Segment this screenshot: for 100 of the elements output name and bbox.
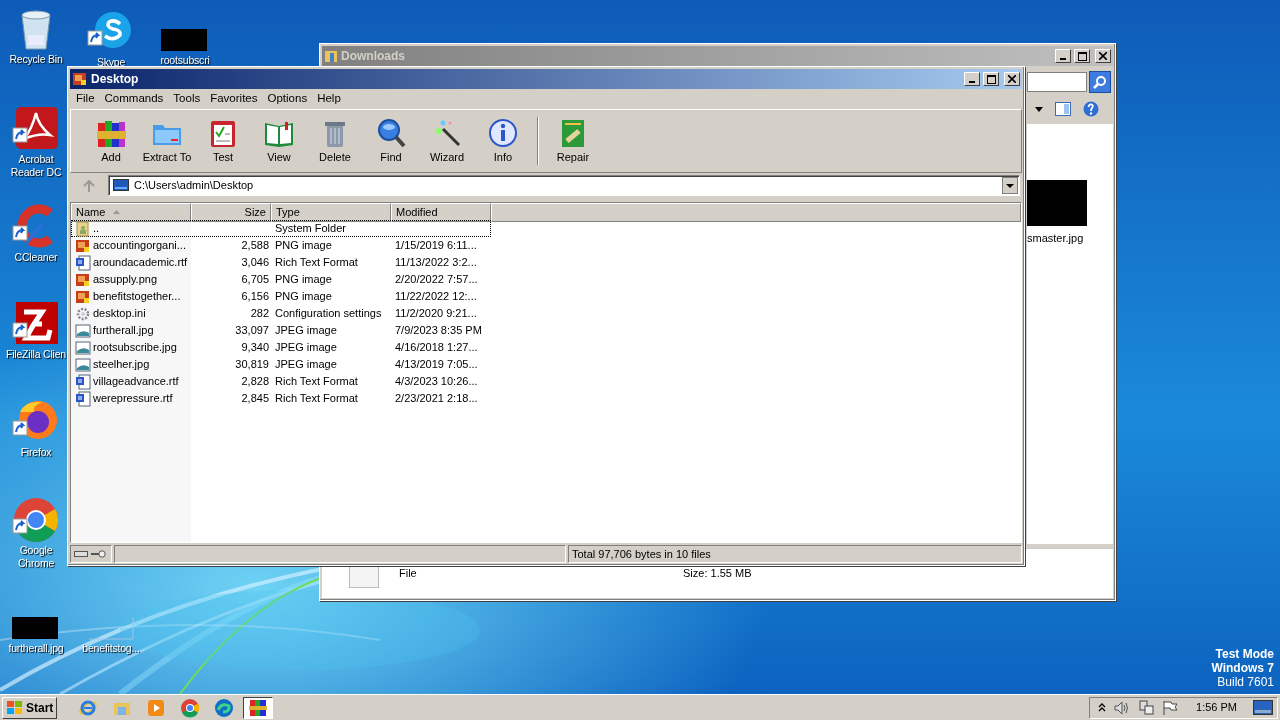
path-field[interactable]: C:\Users\admin\Desktop bbox=[108, 175, 1020, 196]
file-row[interactable]: rootsubscribe.jpg 9,340 JPEG image 4/16/2018 1:27... bbox=[71, 339, 491, 356]
image-thumbnail[interactable] bbox=[87, 617, 135, 640]
system-notice: Windows 7 bbox=[1211, 661, 1274, 675]
windows-logo-icon bbox=[6, 699, 24, 716]
dropdown-arrow-icon[interactable] bbox=[1035, 106, 1043, 112]
icon-label[interactable]: Recycle Bin bbox=[9, 53, 63, 66]
icon-label[interactable]: rootsubscri bbox=[160, 54, 210, 67]
network-icon[interactable] bbox=[1138, 699, 1155, 716]
clock[interactable]: 1:56 PM bbox=[1196, 699, 1237, 716]
minimize-button[interactable] bbox=[964, 72, 980, 86]
ftp-icon[interactable] bbox=[12, 300, 60, 346]
icon-label[interactable]: Acrobat Reader DC bbox=[4, 153, 68, 179]
chevron-icon[interactable] bbox=[1098, 703, 1107, 712]
toolbar-button[interactable]: View bbox=[251, 116, 307, 166]
file-date: 4/3/2023 10:26... bbox=[395, 375, 478, 388]
file-size: 30,819 bbox=[235, 358, 269, 371]
search-button[interactable] bbox=[1089, 71, 1111, 93]
drive-icon bbox=[74, 551, 88, 557]
detail-text: File bbox=[399, 566, 418, 582]
file-row[interactable]: assupply.png 6,705 PNG image 2/20/2022 7:57... bbox=[71, 271, 491, 288]
toolbar-button[interactable]: Repair bbox=[545, 116, 601, 166]
key-icon bbox=[91, 550, 107, 558]
file-type: System Folder bbox=[275, 222, 346, 235]
toolbar-button[interactable]: Info bbox=[475, 116, 531, 166]
column-header[interactable]: Type bbox=[271, 203, 391, 222]
document-icon bbox=[75, 373, 91, 390]
image-thumbnail[interactable] bbox=[161, 29, 209, 52]
file-size: 282 bbox=[250, 307, 269, 320]
flag-icon[interactable] bbox=[1162, 699, 1179, 716]
preview-pane-icon[interactable] bbox=[1055, 102, 1071, 116]
folder-icon bbox=[324, 49, 338, 63]
file-date: 2/23/2021 2:18... bbox=[395, 392, 478, 405]
column-header[interactable]: Size bbox=[191, 203, 271, 222]
toolbar-button[interactable]: Delete bbox=[307, 116, 363, 166]
image-file-icon bbox=[75, 339, 91, 356]
column-header[interactable]: Modified bbox=[391, 203, 491, 222]
status-text: Total 97,706 bytes in 10 files bbox=[568, 545, 1022, 563]
icon-label[interactable]: Skype bbox=[96, 56, 126, 69]
minimize-button[interactable] bbox=[1055, 49, 1071, 63]
close-icon bbox=[1099, 52, 1107, 60]
icon-label[interactable]: CCleaner bbox=[14, 251, 58, 264]
image-thumbnail[interactable] bbox=[1027, 180, 1087, 226]
maximize-icon bbox=[1077, 51, 1087, 61]
file-row[interactable]: desktop.ini 282 Configuration settings 11/2/2020 9:21... bbox=[71, 305, 491, 322]
file-name: werepressure.rtf bbox=[93, 391, 173, 407]
menu-item[interactable]: File bbox=[71, 90, 100, 108]
file-label[interactable]: smaster.jpg bbox=[1027, 230, 1084, 247]
file-name: benefitstogether... bbox=[93, 289, 181, 305]
gear-icon bbox=[75, 305, 91, 322]
file-row[interactable]: villageadvance.rtf 2,828 Rich Text Format 4/3/2023 10:26... bbox=[71, 373, 491, 390]
menu-item[interactable]: Options bbox=[262, 90, 313, 108]
file-row[interactable]: furtherall.jpg 33,097 JPEG image 7/9/2023 8:35 PM bbox=[71, 322, 491, 339]
file-type: JPEG image bbox=[275, 358, 337, 371]
menu-item[interactable]: Commands bbox=[99, 90, 169, 108]
show-desktop-icon[interactable] bbox=[1253, 699, 1273, 716]
menu-item[interactable]: Tools bbox=[168, 90, 206, 108]
file-type: PNG image bbox=[275, 290, 332, 303]
toolbar-button[interactable]: Wizard bbox=[419, 116, 475, 166]
file-name: villageadvance.rtf bbox=[93, 374, 179, 390]
toolbar-button[interactable]: Add bbox=[83, 116, 139, 166]
file-row[interactable]: werepressure.rtf 2,845 Rich Text Format 2/23/2021 2:18... bbox=[71, 390, 491, 407]
file-size: 3,046 bbox=[241, 256, 269, 269]
menu-item[interactable]: Favorites bbox=[205, 90, 263, 108]
close-button[interactable] bbox=[1095, 49, 1111, 63]
image-file-icon bbox=[75, 322, 91, 339]
file-size: 6,705 bbox=[241, 273, 269, 286]
browser-icon[interactable] bbox=[12, 496, 60, 542]
file-name: furtherall.jpg bbox=[93, 323, 154, 339]
taskbar-app[interactable] bbox=[243, 696, 274, 719]
pdf-icon[interactable] bbox=[12, 105, 60, 151]
toolbar-button[interactable]: Find bbox=[363, 116, 419, 166]
help-icon[interactable] bbox=[1083, 101, 1099, 117]
toolbar-button[interactable]: Test bbox=[195, 116, 251, 166]
icon-label[interactable]: FileZilla Clien bbox=[6, 348, 66, 361]
maximize-button[interactable] bbox=[983, 72, 999, 86]
file-size: 2,845 bbox=[241, 392, 269, 405]
file-type: Configuration settings bbox=[275, 307, 382, 320]
maximize-button[interactable] bbox=[1074, 49, 1090, 63]
document-icon bbox=[75, 254, 91, 271]
start-button[interactable]: Start bbox=[2, 696, 58, 719]
file-row[interactable]: .. System Folder bbox=[71, 220, 491, 237]
monitor-icon bbox=[113, 179, 129, 192]
menu-item[interactable]: Help bbox=[312, 90, 346, 108]
file-type: Rich Text Format bbox=[275, 256, 358, 269]
detail-text: Size: 1.55 MB bbox=[683, 566, 752, 582]
file-type: PNG image bbox=[275, 273, 332, 286]
file-size: 33,097 bbox=[235, 324, 269, 337]
toolbar-button[interactable]: Extract To bbox=[139, 116, 195, 166]
file-row[interactable]: benefitstogether... 6,156 PNG image 11/22/2022 12:... bbox=[71, 288, 491, 305]
document-icon bbox=[75, 390, 91, 407]
speaker-icon[interactable] bbox=[1114, 700, 1131, 715]
file-row[interactable]: accountingorgani... 2,588 PNG image 1/15/2019 6:11... bbox=[71, 237, 491, 254]
file-row[interactable]: aroundacademic.rtf 3,046 Rich Text Format 11/13/2022 3:2... bbox=[71, 254, 491, 271]
image-thumbnail[interactable] bbox=[12, 617, 60, 640]
column-header[interactable]: Name bbox=[71, 203, 191, 222]
file-row[interactable]: steelher.jpg 30,819 JPEG image 4/13/2019 7:05... bbox=[71, 356, 491, 373]
search-field[interactable] bbox=[1027, 72, 1087, 92]
books-icon bbox=[248, 697, 269, 718]
close-button[interactable] bbox=[1004, 72, 1020, 86]
